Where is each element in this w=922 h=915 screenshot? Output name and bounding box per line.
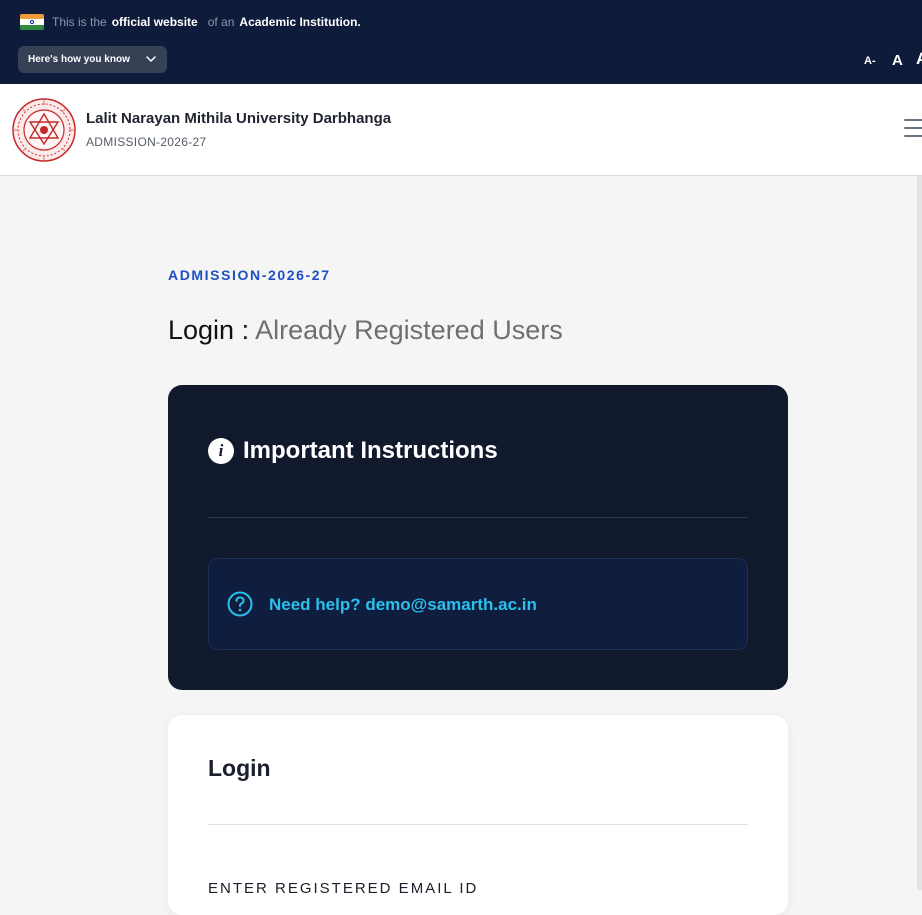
- help-box: Need help? demo@samarth.ac.in: [208, 558, 748, 650]
- page-title-sub: Already Registered Users: [255, 315, 563, 345]
- divider: [208, 517, 748, 518]
- chevron-down-icon: [146, 56, 156, 62]
- how-you-know-button[interactable]: Here's how you know: [18, 46, 167, 73]
- question-circle-icon: [227, 591, 253, 617]
- login-card: Login ENTER REGISTERED EMAIL ID: [168, 715, 788, 915]
- page-kicker: ADMISSION-2026-27: [168, 267, 331, 283]
- font-decrease-button[interactable]: A-: [864, 55, 876, 67]
- header-subtitle: ADMISSION-2026-27: [86, 135, 207, 149]
- font-increase-button[interactable]: A: [916, 49, 922, 69]
- font-normal-button[interactable]: A: [892, 52, 903, 69]
- notice-institution: Academic Institution.: [239, 15, 361, 29]
- hamburger-menu-icon[interactable]: [904, 117, 922, 141]
- university-logo-icon[interactable]: [12, 98, 76, 162]
- instructions-title: Important Instructions: [243, 437, 498, 464]
- how-you-know-label: Here's how you know: [28, 54, 130, 65]
- scroll-edge: [917, 176, 922, 890]
- page-title: Login : Already Registered Users: [168, 315, 563, 346]
- official-notice: This is the official website of an Acade…: [20, 13, 361, 31]
- india-flag-icon: [20, 14, 44, 30]
- gov-banner: This is the official website of an Acade…: [0, 0, 922, 84]
- university-name[interactable]: Lalit Narayan Mithila University Darbhan…: [86, 110, 391, 127]
- notice-official: official website: [111, 15, 198, 29]
- instructions-card: i Important Instructions Need help? demo…: [168, 385, 788, 690]
- notice-of-an: of an: [207, 15, 235, 29]
- info-icon: i: [208, 438, 234, 464]
- instructions-header: i Important Instructions: [208, 437, 498, 465]
- notice-prefix: This is the: [52, 15, 107, 29]
- help-email-link[interactable]: Need help? demo@samarth.ac.in: [269, 595, 537, 615]
- login-title: Login: [208, 755, 271, 781]
- divider: [208, 824, 748, 825]
- page-title-main: Login :: [168, 315, 250, 345]
- email-field-label: ENTER REGISTERED EMAIL ID: [208, 880, 479, 897]
- site-header: Lalit Narayan Mithila University Darbhan…: [0, 84, 922, 176]
